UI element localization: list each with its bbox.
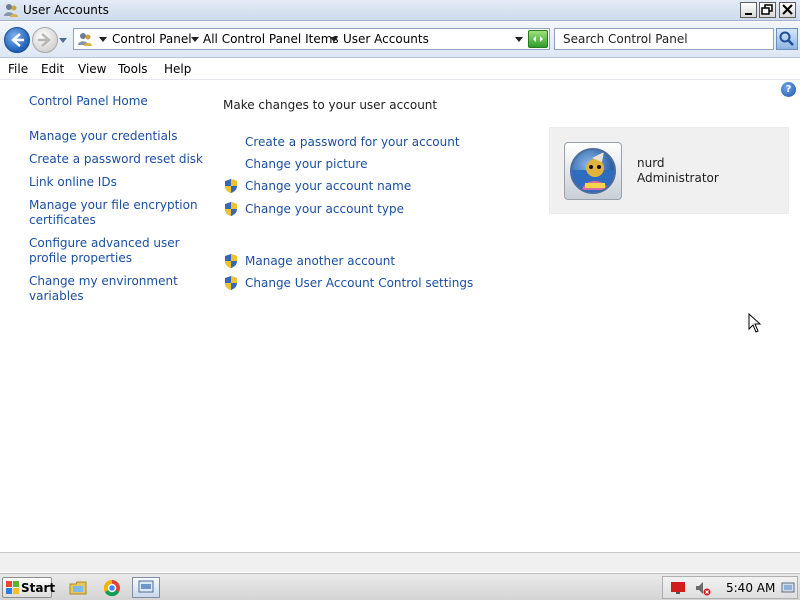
breadcrumb-all-items[interactable]: All Control Panel Items [203,32,339,46]
uac-settings-link[interactable]: Change User Account Control settings [245,276,473,291]
change-picture-link[interactable]: Change your picture [245,157,367,172]
menu-help[interactable]: Help [164,62,191,76]
breadcrumb-arrow-icon[interactable] [330,37,338,42]
menu-view[interactable]: View [78,62,106,76]
title-bar[interactable]: User Accounts [0,0,800,21]
user-picture-art [572,152,614,192]
chrome-browser-icon[interactable] [103,579,121,597]
uac-shield-icon [225,202,237,216]
breadcrumb-arrow-icon[interactable] [99,37,107,42]
minimize-button[interactable] [740,2,757,18]
change-account-name-link[interactable]: Change your account name [245,179,411,194]
action-center-flag-icon[interactable] [671,582,685,594]
uac-shield-icon [225,276,237,290]
advanced-profile-link[interactable]: Configure advanced user profile properti… [29,236,180,266]
link-line: variables [29,289,84,303]
restore-icon [761,4,773,15]
uac-shield-icon [225,179,237,193]
control-panel-icon [78,33,92,46]
change-account-type-link[interactable]: Change your account type [245,202,404,217]
menu-file[interactable]: File [8,62,28,76]
help-icon[interactable]: ? [781,82,796,97]
manage-credentials-link[interactable]: Manage your credentials [29,129,178,144]
uac-shield-icon [225,254,237,268]
user-picture [570,148,616,194]
taskbar: Start 5:40 AM [0,573,800,600]
breadcrumb-user-accounts[interactable]: User Accounts [343,32,429,46]
file-explorer-icon[interactable] [69,579,87,597]
system-tray: 5:40 AM [662,576,798,599]
manage-another-account-link[interactable]: Manage another account [245,254,395,269]
volume-muted-icon[interactable] [695,581,711,596]
forward-button[interactable] [32,27,58,53]
menu-tools[interactable]: Tools [118,62,148,76]
account-summary-panel: nurd Administrator [549,127,789,214]
start-label: Start [21,581,56,595]
password-reset-disk-link[interactable]: Create a password reset disk [29,152,203,167]
menu-bar: File Edit View Tools Help [0,59,800,80]
show-desktop-icon[interactable] [781,581,795,595]
window-title: User Accounts [23,3,109,17]
link-line: profile properties [29,251,132,265]
control-panel-window-icon [138,580,154,593]
windows-logo-icon [6,581,19,594]
forward-arrow-icon [38,33,51,47]
mouse-cursor-icon [748,313,762,333]
file-encryption-link[interactable]: Manage your file encryption certificates [29,198,198,228]
address-field[interactable]: Control Panel All Control Panel Items Us… [73,28,550,50]
breadcrumb-control-panel[interactable]: Control Panel [112,32,192,46]
clock[interactable]: 5:40 AM [726,581,775,595]
back-arrow-icon [11,33,24,47]
search-button[interactable] [776,28,798,50]
link-line: Manage your file encryption [29,198,198,212]
link-online-ids-link[interactable]: Link online IDs [29,175,117,190]
close-icon [782,4,793,15]
search-input[interactable]: Search Control Panel [554,28,774,50]
menu-edit[interactable]: Edit [41,62,64,76]
account-role: Administrator [637,171,719,185]
breadcrumb-arrow-icon[interactable] [191,37,199,42]
address-toolbar: Control Panel All Control Panel Items Us… [0,22,800,58]
link-line: certificates [29,213,96,227]
start-button[interactable]: Start [2,577,56,598]
address-history-dropdown[interactable] [515,37,523,42]
account-name: nurd [637,156,665,170]
magnifier-icon [779,31,794,46]
link-line: Change my environment [29,274,178,288]
back-button[interactable] [4,27,30,53]
recent-pages-dropdown[interactable] [59,36,67,44]
create-password-link[interactable]: Create a password for your account [245,135,460,150]
restore-button[interactable] [759,2,776,18]
refresh-button[interactable] [528,30,548,48]
status-bar [0,552,800,572]
page-heading: Make changes to your user account [223,98,438,112]
environment-variables-link[interactable]: Change my environment variables [29,274,178,304]
user-accounts-window: User Accounts Control Panel All Control … [0,0,800,600]
close-button[interactable] [779,2,796,18]
refresh-icon [533,36,543,42]
minimize-icon [745,13,752,15]
link-line: Configure advanced user [29,236,180,250]
avatar[interactable] [564,142,622,200]
taskbar-control-panel-window[interactable] [132,577,160,598]
user-accounts-icon [4,4,18,17]
control-panel-home-link[interactable]: Control Panel Home [29,94,148,109]
